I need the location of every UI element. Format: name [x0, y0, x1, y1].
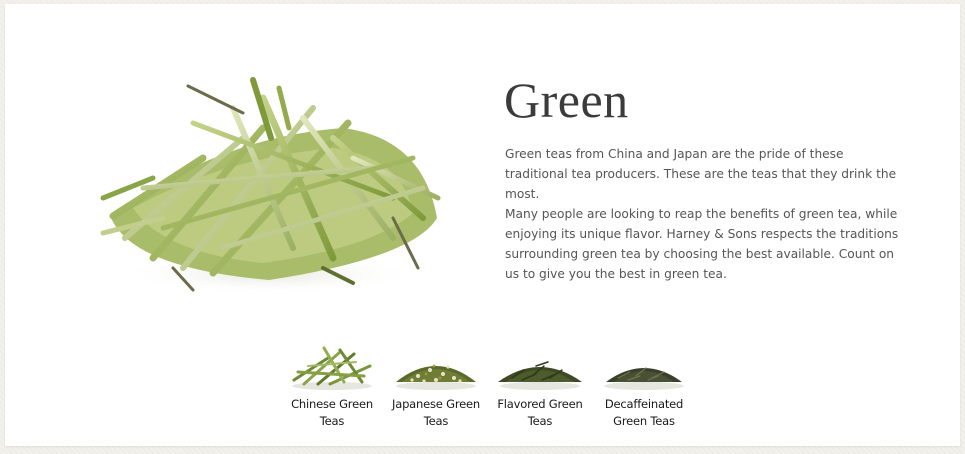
- decaffeinated-green-tea-leaves-icon: [604, 367, 684, 390]
- subcategory-flavored-green-teas[interactable]: Flavored Green Teas: [488, 336, 592, 430]
- subcategory-list: Chinese Green Teas Japanese Green Teas F…: [280, 336, 700, 436]
- category-description: Green teas from China and Japan are the …: [505, 144, 905, 284]
- loose-green-tea-leaves-icon: [100, 77, 441, 294]
- description-paragraph: Green teas from China and Japan are the …: [505, 147, 897, 201]
- flavored-green-tea-leaves-icon: [498, 361, 582, 390]
- subcategory-label: Chinese Green Teas: [291, 397, 373, 428]
- subcategory-japanese-green-teas[interactable]: Japanese Green Teas: [384, 336, 488, 430]
- subcategory-decaffeinated-green-teas[interactable]: Decaffeinated Green Teas: [592, 336, 696, 430]
- chinese-green-tea-leaves-icon: [292, 346, 372, 390]
- subcategory-label: Decaffeinated Green Teas: [604, 397, 684, 428]
- subcategory-label: Japanese Green Teas: [392, 397, 480, 428]
- category-card: Green Green teas from China and Japan ar…: [5, 4, 960, 446]
- description-paragraph: Many people are looking to reap the bene…: [505, 207, 899, 281]
- japanese-green-tea-blend-icon: [396, 364, 476, 390]
- subcategory-label: Flavored Green Teas: [497, 397, 583, 428]
- subcategory-chinese-green-teas[interactable]: Chinese Green Teas: [280, 336, 384, 430]
- category-title: Green: [504, 72, 629, 128]
